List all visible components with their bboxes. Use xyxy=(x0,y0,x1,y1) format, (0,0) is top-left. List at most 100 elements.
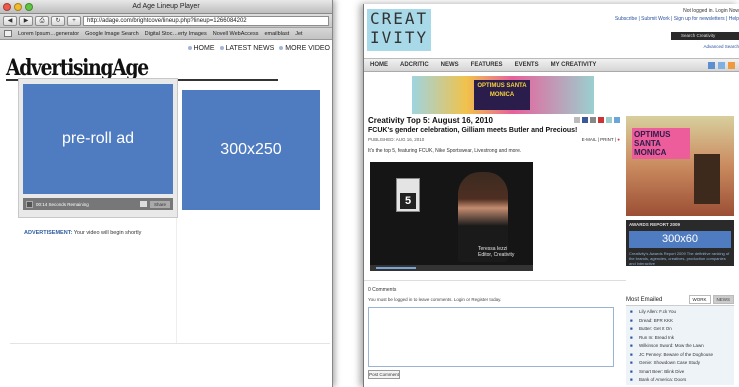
banner-ad[interactable]: OPTIMUS SANTA MONICA xyxy=(412,76,594,114)
nav-home-label: HOME xyxy=(193,45,215,52)
alert-icon[interactable]: ● xyxy=(617,137,620,142)
article-title: Creativity Top 5: August 16, 2010 xyxy=(368,116,624,125)
utility-links[interactable]: Subscribe | Submit Work | Sign up for ne… xyxy=(589,15,739,23)
facebook-icon[interactable] xyxy=(582,117,588,123)
nav-events[interactable]: EVENTS xyxy=(515,62,539,68)
window-title: Ad Age Lineup Player xyxy=(132,3,200,10)
post-comment-button[interactable]: Post Comment xyxy=(368,370,400,379)
nav-features[interactable]: FEATURES xyxy=(471,62,503,68)
login-status[interactable]: Not logged in. Login Now xyxy=(589,7,739,15)
sidebar-ad-image[interactable]: OPTIMUS SANTA MONICA xyxy=(626,116,734,216)
close-window-button[interactable] xyxy=(3,3,11,11)
player-controls: 00:14 Seconds Remaining Share xyxy=(23,198,173,210)
rss-icon[interactable] xyxy=(728,62,735,69)
bookmark-item[interactable]: Digital Stoc…erty Images xyxy=(145,31,207,37)
sidebar-empty xyxy=(176,218,326,343)
logo-line-2: IVITY xyxy=(370,28,429,47)
list-item[interactable]: ■ Genie: Showdown Case Study xyxy=(626,359,734,368)
bullet-icon: ■ xyxy=(630,326,633,331)
bookmark-item[interactable]: Google Image Search xyxy=(85,31,139,37)
most-emailed-title: Most Emailed xyxy=(626,296,663,303)
list-item-label: Smart Beer: Blink Dive xyxy=(639,368,685,374)
email-icon[interactable] xyxy=(574,117,580,123)
minimize-window-button[interactable] xyxy=(14,3,22,11)
awards-report[interactable]: AWARDS REPORT 2009 300x60 Creativity's A… xyxy=(626,220,734,266)
bookmarks-icon[interactable] xyxy=(4,30,12,37)
comments-section: 0 Comments You must be logged in to leav… xyxy=(368,287,622,379)
list-item[interactable]: ■ Butter: Get It On xyxy=(626,325,734,334)
tab-news[interactable]: NEWS xyxy=(712,295,734,304)
email-print-links[interactable]: E-MAIL | PRINT | ● xyxy=(582,137,620,142)
twitter-icon[interactable] xyxy=(614,117,620,123)
list-item-label: Genie: Showdown Case Study xyxy=(639,360,701,365)
list-item[interactable]: ■ Wilkinson Sword: Mow the Lawn xyxy=(626,342,734,351)
video-progress[interactable] xyxy=(376,267,416,269)
list-item[interactable]: ■ Bank of America: Doors xyxy=(626,376,734,385)
ad-300x60[interactable]: 300x60 xyxy=(629,231,731,248)
twitter-icon[interactable] xyxy=(718,62,725,69)
advanced-search-link[interactable]: Advanced Search xyxy=(703,44,739,49)
facebook-icon[interactable] xyxy=(708,62,715,69)
list-item-label: Run In: Bread Ink xyxy=(639,334,675,340)
bullet-icon xyxy=(187,46,192,51)
volume-icon[interactable] xyxy=(140,201,147,207)
preroll-ad[interactable]: pre-roll ad xyxy=(23,84,173,194)
comment-textarea[interactable] xyxy=(368,307,614,367)
address-bar[interactable]: http://adage.com/brightcove/lineup.php?l… xyxy=(83,15,329,26)
nav-more-video[interactable]: MORE VIDEO xyxy=(279,45,330,52)
video-player[interactable]: 5 Teressa Iezzi Editor, Creativity xyxy=(370,162,533,271)
bookmark-item[interactable]: Jet xyxy=(295,31,302,37)
print-button[interactable]: ⎙ xyxy=(35,15,49,26)
digg-icon[interactable] xyxy=(590,117,596,123)
list-item[interactable]: ■ JC Penney: Beware of the Doghouse xyxy=(626,351,734,360)
nav-news[interactable]: NEWS xyxy=(441,62,459,68)
article: Creativity Top 5: August 16, 2010 FCUK's… xyxy=(368,116,624,271)
bookmarks-bar: Lorem Ipsum…generator Google Image Searc… xyxy=(0,28,332,40)
bullet-icon: ■ xyxy=(630,309,633,314)
comments-login-note[interactable]: You must be logged in to leave comments.… xyxy=(368,297,622,302)
article-title-text: Creativity Top 5: August 16, 2010 xyxy=(368,116,493,125)
zoom-window-button[interactable] xyxy=(25,3,33,11)
back-button[interactable]: ◀ xyxy=(3,15,17,26)
forward-button[interactable]: ▶ xyxy=(19,15,33,26)
stumble-icon[interactable] xyxy=(606,117,612,123)
tab-work[interactable]: WORK xyxy=(688,295,711,304)
bookmark-item[interactable]: Novell WebAccess xyxy=(213,31,259,37)
delicious-icon[interactable] xyxy=(598,117,604,123)
reload-button[interactable]: ↻ xyxy=(51,15,65,26)
add-bookmark-button[interactable]: + xyxy=(67,15,81,26)
video-player[interactable]: pre-roll ad 00:14 Seconds Remaining Shar… xyxy=(18,78,178,218)
bookmark-item[interactable]: Lorem Ipsum…generator xyxy=(18,31,79,37)
nav-adcritic[interactable]: ADCRITIC xyxy=(400,62,429,68)
bullet-icon: ■ xyxy=(630,317,633,323)
advertisement-notice: ADVERTISEMENT: Your video will begin sho… xyxy=(24,230,141,236)
adage-browser-window: Ad Age Lineup Player ◀ ▶ ⎙ ↻ + http://ad… xyxy=(0,0,333,387)
list-item-label: Dread: BFR KKK xyxy=(639,317,674,323)
search-input[interactable]: Search Creativity xyxy=(671,32,739,40)
play-pause-button[interactable] xyxy=(26,200,33,208)
bullet-icon: ■ xyxy=(630,343,633,348)
adage-nav: HOME LATEST NEWS MORE VIDEO xyxy=(0,42,332,55)
nav-home[interactable]: HOME xyxy=(370,62,388,68)
divider xyxy=(10,343,330,344)
creativity-nav: HOME ADCRITIC NEWS FEATURES EVENTS MY CR… xyxy=(364,58,739,72)
list-item[interactable]: ■ Dread: BFR KKK xyxy=(626,317,734,326)
share-icons xyxy=(574,117,620,123)
list-item[interactable]: ■ Lily Allen: F.ck You xyxy=(626,308,734,317)
nav-home[interactable]: HOME xyxy=(187,45,215,52)
email-print-label: E-MAIL | PRINT | xyxy=(581,137,617,142)
list-item[interactable]: ■ Run In: Bread Ink xyxy=(626,334,734,343)
video-controls[interactable] xyxy=(370,265,533,271)
list-item[interactable]: ■ Smart Beer: Blink Dive xyxy=(626,368,734,377)
bullet-icon: ■ xyxy=(630,351,633,357)
creativity-logo[interactable]: CREAT IVITY xyxy=(367,9,431,51)
video-caption: Teressa Iezzi Editor, Creativity xyxy=(478,246,514,258)
bookmark-item[interactable]: emailblast xyxy=(264,31,289,37)
nav-my-creativity[interactable]: MY CREATIVITY xyxy=(551,62,597,68)
comments-count: 0 Comments xyxy=(368,287,397,293)
share-button[interactable]: Share xyxy=(150,200,170,208)
account-links: Not logged in. Login Now Subscribe | Sub… xyxy=(589,7,739,23)
ad-300x250[interactable]: 300x250 xyxy=(182,90,320,210)
creativity-browser-window: CREAT IVITY Not logged in. Login Now Sub… xyxy=(363,4,739,387)
nav-latest-news[interactable]: LATEST NEWS xyxy=(219,45,274,52)
